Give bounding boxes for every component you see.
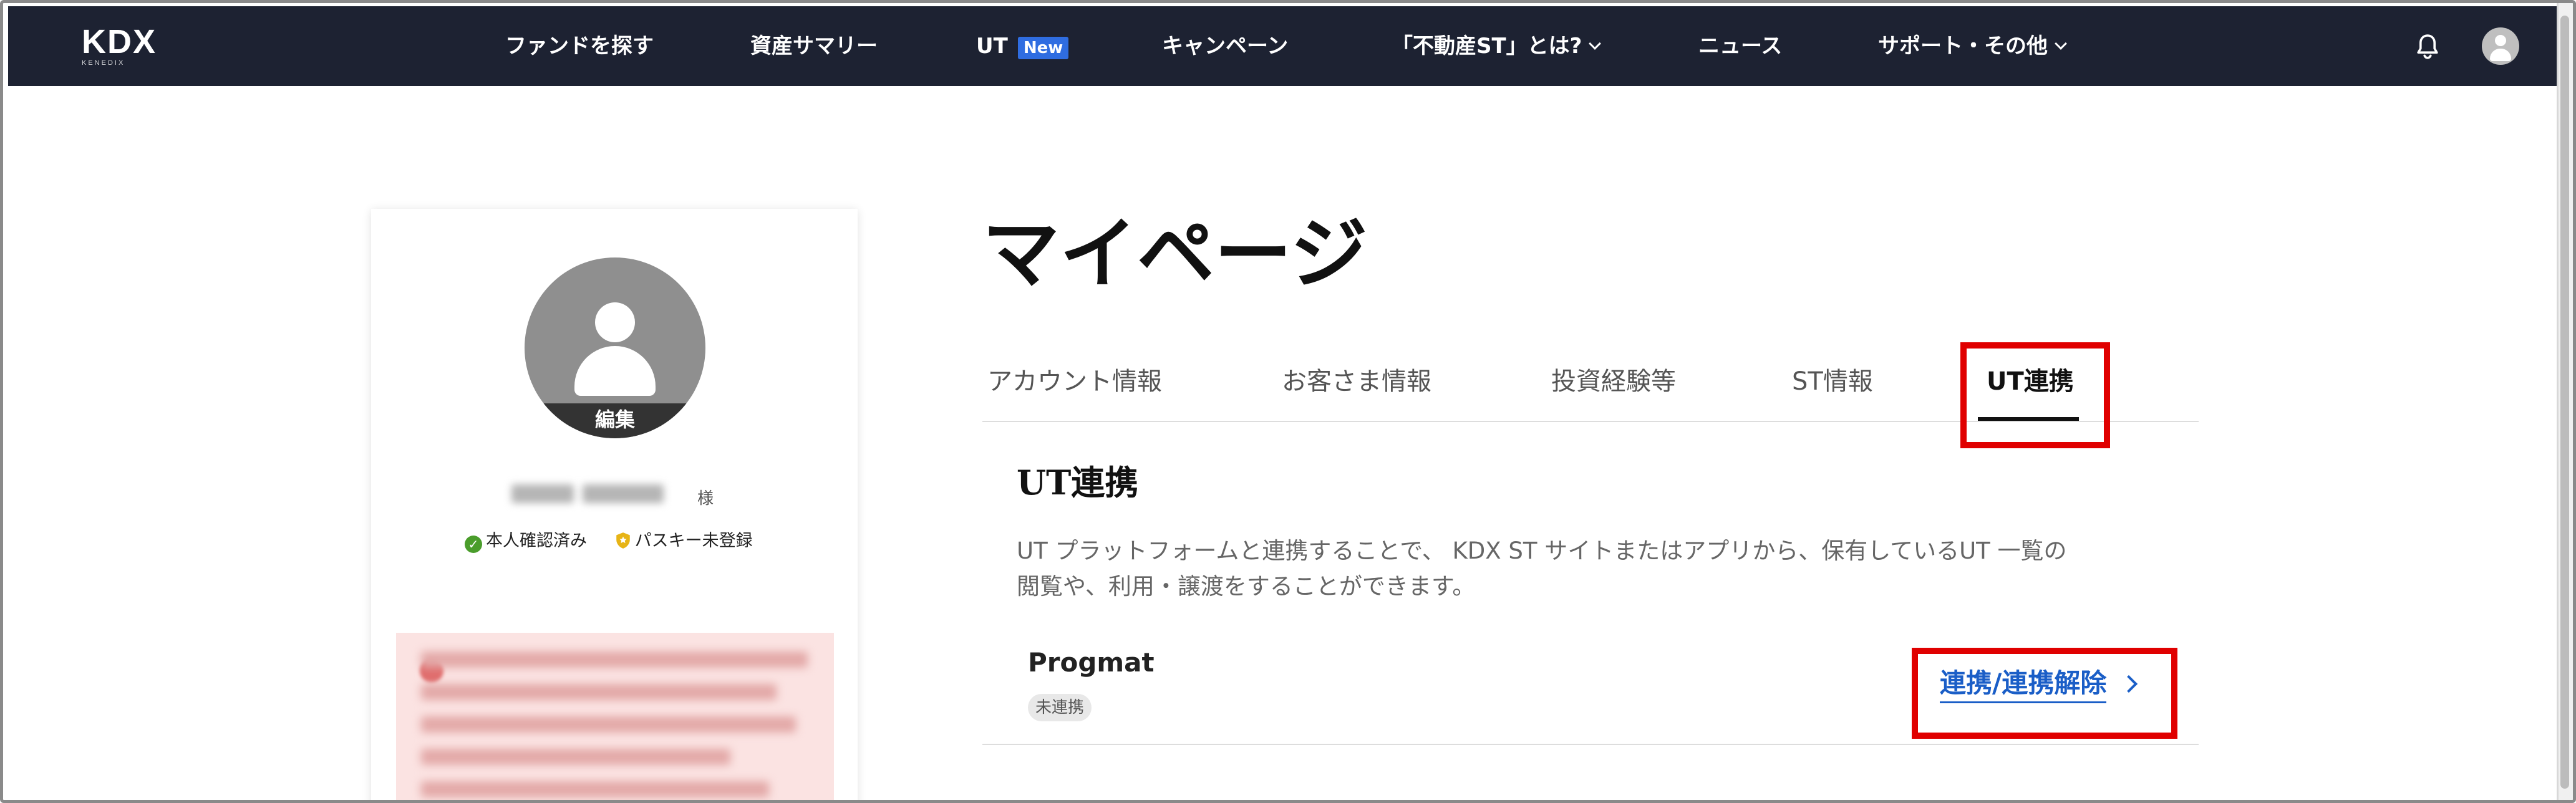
- tab-account-info[interactable]: アカウント情報: [987, 365, 1162, 398]
- tab-st-info[interactable]: ST情報: [1792, 365, 1873, 398]
- nav-campaign[interactable]: キャンペーン: [1162, 32, 1288, 60]
- platform-name: Progmat: [1028, 647, 1155, 678]
- logo-subtext: KENEDIX: [82, 59, 125, 67]
- identity-verified-label: 本人確認済み: [486, 531, 587, 551]
- link-status-badge: 未連携: [1028, 694, 1092, 721]
- nav-label: サポート・その他: [1878, 34, 2048, 59]
- nav-news[interactable]: ニュース: [1698, 32, 1782, 60]
- kdx-logo[interactable]: KDX KENEDIX: [82, 25, 157, 67]
- honorific-label: 様: [697, 489, 714, 508]
- nav-support-other[interactable]: サポート・その他: [1878, 32, 2067, 60]
- nav-find-funds[interactable]: ファンドを探す: [505, 32, 654, 60]
- section-description: UT プラットフォームと連携することで、 KDX ST サイトまたはアプリから、…: [1017, 533, 2177, 604]
- logo-text: KDX: [82, 23, 157, 60]
- nav-asset-summary[interactable]: 資産サマリー: [750, 32, 878, 60]
- notice-box-redacted: [396, 633, 834, 800]
- shield-icon: [616, 532, 630, 549]
- verification-status: ✓ 本人確認済み パスキー未登録: [465, 530, 753, 553]
- highlight-box-link-button: [1912, 648, 2177, 739]
- tab-investment-experience[interactable]: 投資経験等: [1551, 365, 1676, 398]
- passkey-status-label: パスキー未登録: [634, 531, 753, 551]
- profile-card: 編集 様 ✓ 本人確認済み パスキー未登録: [371, 209, 858, 800]
- highlight-box-ut-tab: [1960, 342, 2110, 448]
- nav-label: ニュース: [1698, 34, 1783, 59]
- tab-customer-info[interactable]: お客さま情報: [1282, 365, 1431, 398]
- new-badge: New: [1017, 37, 1069, 59]
- browser-window: KDX KENEDIX ファンドを探す 資産サマリー UT New キャンペーン …: [0, 0, 2576, 803]
- person-icon: [595, 302, 635, 342]
- page-title: マイページ: [982, 209, 1368, 299]
- top-navbar: KDX KENEDIX ファンドを探す 資産サマリー UT New キャンペーン …: [8, 6, 2559, 86]
- chevron-down-icon: [2055, 37, 2067, 50]
- chevron-down-icon: [1589, 37, 1602, 50]
- description-line: UT プラットフォームと連携することで、 KDX ST サイトまたはアプリから、…: [1017, 537, 2067, 564]
- profile-avatar[interactable]: 編集: [525, 257, 705, 438]
- nav-label: UT: [976, 34, 1008, 59]
- bell-icon[interactable]: [2413, 31, 2443, 62]
- scrollbar-thumb[interactable]: [2560, 16, 2569, 789]
- nav-about-real-estate-st[interactable]: 「不動産ST」とは?: [1392, 32, 1602, 60]
- edit-avatar-button[interactable]: 編集: [525, 403, 705, 438]
- user-avatar-icon[interactable]: [2482, 27, 2519, 65]
- nav-ut[interactable]: UT New: [976, 32, 1069, 60]
- nav-label: キャンペーン: [1162, 34, 1289, 59]
- check-icon: ✓: [465, 536, 482, 553]
- section-title: UT連携: [1017, 463, 1139, 502]
- description-line: 閲覧や、利用・譲渡をすることができます。: [1017, 573, 1476, 600]
- nav-label: ファンドを探す: [505, 34, 654, 59]
- nav-label: 「不動産ST」とは?: [1392, 34, 1582, 59]
- nav-label: 資産サマリー: [750, 34, 878, 59]
- vertical-scrollbar[interactable]: [2557, 3, 2573, 800]
- user-name-redacted: [511, 478, 680, 509]
